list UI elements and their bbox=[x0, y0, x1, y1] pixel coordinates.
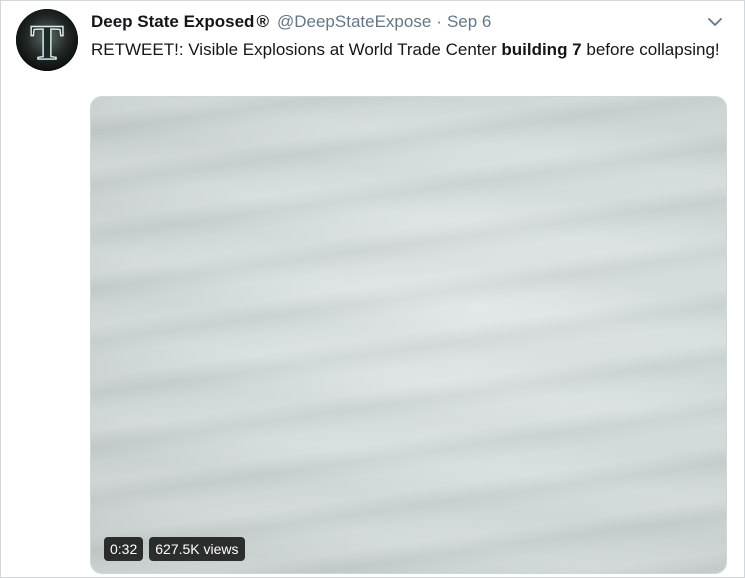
avatar-letter: T bbox=[30, 14, 63, 70]
author-display-name[interactable]: Deep State Exposed bbox=[91, 12, 254, 32]
tweet-menu-button[interactable] bbox=[706, 13, 724, 31]
header-separator: · bbox=[436, 12, 442, 31]
avatar-image: T bbox=[16, 9, 78, 71]
tweet-card[interactable]: T Deep State Exposed ® @DeepStateExpose … bbox=[0, 0, 745, 578]
tweet-text-part: RETWEET!: Visible Explosions at World Tr… bbox=[91, 40, 502, 59]
author-handle[interactable]: @DeepStateExpose bbox=[277, 12, 431, 32]
tweet-header: Deep State Exposed ® @DeepStateExpose · … bbox=[91, 11, 704, 33]
video-frame bbox=[91, 97, 726, 573]
tweet-date[interactable]: Sep 6 bbox=[447, 12, 491, 32]
registered-mark: ® bbox=[256, 12, 269, 31]
video-player[interactable]: 0:32 627.5K views bbox=[90, 96, 727, 574]
tweet-text: RETWEET!: Visible Explosions at World Tr… bbox=[91, 37, 721, 62]
tweet-text-part: before collapsing! bbox=[581, 40, 720, 59]
video-duration: 0:32 bbox=[104, 537, 144, 561]
video-view-count: 627.5K views bbox=[149, 537, 245, 561]
video-overlays: 0:32 627.5K views bbox=[104, 537, 245, 561]
tweet-text-bold: building 7 bbox=[501, 40, 582, 59]
chevron-down-icon bbox=[708, 17, 722, 26]
avatar[interactable]: T bbox=[16, 9, 78, 71]
